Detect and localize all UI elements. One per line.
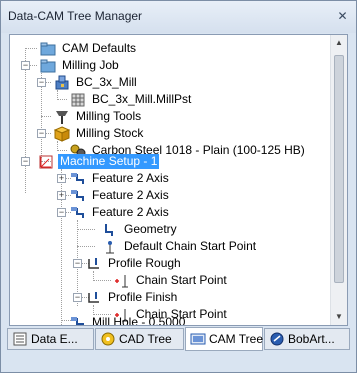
- bobart-icon: [269, 331, 285, 347]
- machine-icon: [54, 75, 70, 91]
- geometry-icon: [102, 222, 118, 238]
- tool-icon: [54, 109, 70, 125]
- tree-item-label: Default Chain Start Point: [124, 239, 257, 253]
- feature-icon: [70, 171, 86, 187]
- status-strip: [1, 353, 356, 372]
- post-processor-icon: [70, 92, 86, 108]
- tree-item-label: Feature 2 Axis: [92, 188, 169, 202]
- folder-icon: [40, 58, 56, 74]
- tree-item[interactable]: Chain Start Point: [10, 272, 330, 289]
- tree-item-label: Milling Job: [62, 58, 119, 72]
- tab-label: CAD Tree: [119, 332, 172, 346]
- tree-item-label: Milling Tools: [76, 109, 142, 123]
- tree-item[interactable]: Feature 2 Axis: [10, 204, 330, 221]
- data-explorer-icon: [12, 331, 28, 347]
- tree-item-label: Machine Setup - 1: [58, 154, 160, 169]
- window-title: Data-CAM Tree Manager: [8, 9, 143, 23]
- close-icon[interactable]: ✕: [335, 8, 350, 23]
- tree-item[interactable]: Feature 2 Axis: [10, 170, 330, 187]
- cad-tree-icon: [100, 331, 116, 347]
- cam-tree[interactable]: − − − − + + − − − CAM Defaults Milling J…: [10, 35, 330, 325]
- tree-item-label: Milling Stock: [76, 126, 144, 140]
- tree-item[interactable]: CAM Defaults: [10, 40, 330, 57]
- tree-item-label: Profile Rough: [108, 256, 181, 270]
- tree-manager-window: Data-CAM Tree Manager ✕ − − − − + + − − …: [0, 0, 357, 373]
- tree-item[interactable]: Geometry: [10, 221, 330, 238]
- tab-data-explorer[interactable]: Data E...: [7, 328, 94, 350]
- tree-item-label: Mill Hole - 0.5000: [92, 315, 186, 325]
- toolpath-icon: [86, 256, 102, 272]
- setup-axes-icon: [38, 154, 54, 170]
- tree-item-label: BC_3x_Mill: [76, 75, 137, 89]
- tab-label: BobArt...: [288, 332, 335, 346]
- tree-item[interactable]: Profile Finish: [10, 289, 330, 306]
- tree-item-label: Feature 2 Axis: [92, 205, 169, 219]
- tab-cad-tree[interactable]: CAD Tree: [95, 328, 184, 350]
- tree-item[interactable]: Feature 2 Axis: [10, 187, 330, 204]
- feature-icon: [70, 188, 86, 204]
- start-point-icon: [102, 239, 118, 255]
- tree-item[interactable]: Mill Hole - 0.5000: [10, 314, 330, 325]
- scroll-down-arrow-icon[interactable]: ▼: [331, 309, 347, 325]
- feature-icon: [70, 315, 86, 325]
- cam-tree-icon: [190, 331, 206, 347]
- tree-item[interactable]: Milling Job: [10, 57, 330, 74]
- feature-icon: [70, 205, 86, 221]
- tree-item[interactable]: BC_3x_Mill: [10, 74, 330, 91]
- tree-item[interactable]: Default Chain Start Point: [10, 238, 330, 255]
- tree-item-label: Feature 2 Axis: [92, 171, 169, 185]
- vertical-scrollbar[interactable]: ▲ ▼: [330, 35, 347, 325]
- tab-bobart[interactable]: BobArt...: [264, 328, 350, 350]
- toolpath-icon: [86, 290, 102, 306]
- folder-icon: [40, 41, 56, 57]
- stock-cube-icon: [53, 125, 71, 142]
- tree-item[interactable]: Milling Stock: [10, 125, 330, 142]
- tab-label: CAM Tree: [209, 332, 264, 346]
- tree-item-label: BC_3x_Mill.MillPst: [92, 92, 192, 106]
- tree-item[interactable]: BC_3x_Mill.MillPst: [10, 91, 330, 108]
- tab-label: Data E...: [31, 332, 78, 346]
- tree-item-selected[interactable]: Machine Setup - 1: [10, 153, 330, 170]
- tree-item[interactable]: Profile Rough: [10, 255, 330, 272]
- tree-item-label: Geometry: [124, 222, 177, 236]
- tab-cam-tree[interactable]: CAM Tree: [185, 327, 263, 351]
- panel-tab-bar: Data E... CAD Tree CAM Tree BobArt...: [7, 327, 352, 352]
- tree-item[interactable]: Milling Tools: [10, 108, 330, 125]
- scrollbar-thumb[interactable]: [334, 55, 344, 283]
- tree-item-label: CAM Defaults: [62, 41, 137, 55]
- scroll-up-arrow-icon[interactable]: ▲: [331, 35, 347, 51]
- tree-item-label: Chain Start Point: [136, 273, 227, 287]
- tree-item-label: Profile Finish: [108, 290, 178, 304]
- chain-point-icon: [114, 273, 130, 289]
- title-bar[interactable]: Data-CAM Tree Manager ✕: [1, 1, 356, 33]
- tree-panel: − − − − + + − − − CAM Defaults Milling J…: [9, 34, 348, 326]
